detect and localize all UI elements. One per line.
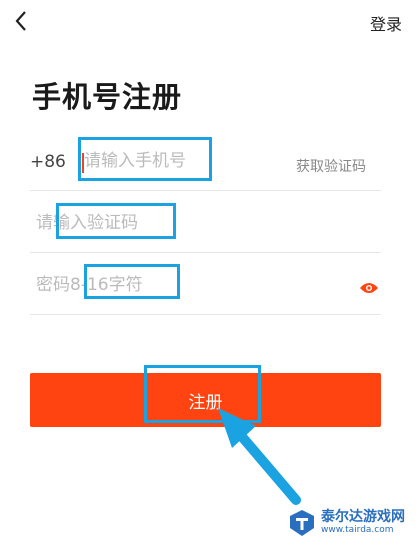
watermark-logo-icon bbox=[290, 510, 314, 536]
chevron-left-icon bbox=[15, 11, 26, 31]
password-input[interactable] bbox=[36, 267, 336, 303]
phone-input[interactable] bbox=[84, 143, 274, 179]
watermark-url: www.tairda.com bbox=[321, 524, 394, 535]
get-code-button[interactable]: 获取验证码 bbox=[296, 156, 366, 176]
phone-row: +86 获取验证码 bbox=[30, 129, 381, 191]
watermark-name: 泰尔达游戏网 bbox=[321, 509, 405, 526]
verification-code-input[interactable] bbox=[36, 205, 296, 241]
country-code[interactable]: +86 bbox=[30, 152, 66, 172]
password-row bbox=[30, 253, 381, 315]
login-link[interactable]: 登录 bbox=[370, 11, 402, 35]
back-button[interactable] bbox=[10, 8, 34, 34]
eye-icon[interactable] bbox=[359, 280, 379, 294]
page-title: 手机号注册 bbox=[32, 80, 183, 114]
register-button[interactable]: 注册 bbox=[30, 373, 381, 427]
watermark: 泰尔达游戏网 www.tairda.com bbox=[287, 508, 405, 538]
code-row bbox=[30, 191, 381, 253]
